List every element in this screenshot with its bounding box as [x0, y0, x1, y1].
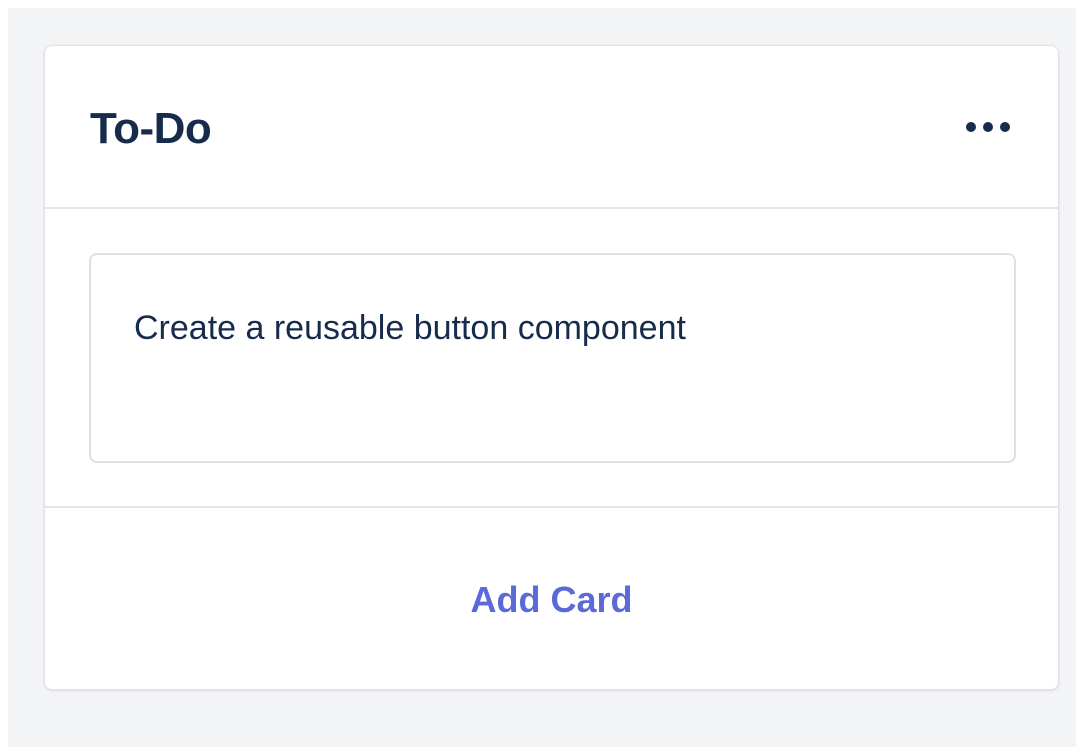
column-footer: Add Card [45, 508, 1058, 689]
card-list: Create a reusable button component [45, 209, 1058, 508]
more-horizontal-icon [965, 120, 1011, 134]
kanban-column: To-Do Create a reusable button component… [44, 45, 1059, 690]
task-card[interactable]: Create a reusable button component [89, 253, 1016, 463]
column-title: To-Do [90, 104, 212, 153]
column-header: To-Do [45, 46, 1058, 209]
add-card-button[interactable]: Add Card [471, 579, 633, 621]
column-menu-button[interactable] [960, 112, 1016, 142]
card-text: Create a reusable button component [134, 309, 686, 347]
